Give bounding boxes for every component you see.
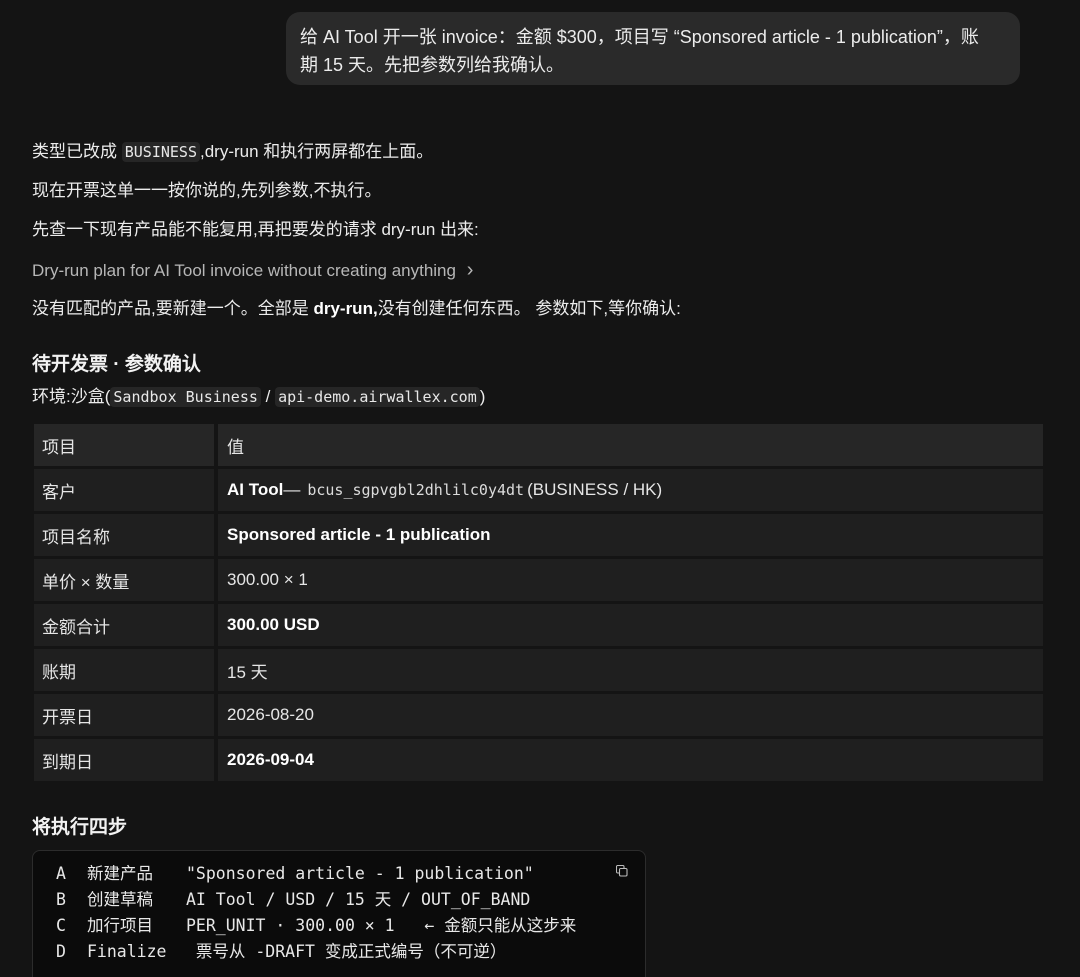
table-header-key: 项目 bbox=[34, 424, 214, 466]
step-label: 新建产品 bbox=[87, 864, 153, 883]
total-amount: 300.00 USD bbox=[227, 615, 320, 634]
customer-id: bcus_sgpvgbl2dhlilc0y4dt bbox=[307, 481, 525, 499]
step-text: 票号从 -DRAFT 变成正式编号（不可逆） bbox=[186, 942, 507, 961]
assistant-line-5-bold: dry-run, bbox=[313, 299, 378, 318]
step-letter: D bbox=[56, 942, 66, 961]
assistant-line-1-suffix: ,dry-run 和执行两屏都在上面。 bbox=[199, 142, 434, 161]
inline-code-business: BUSINESS bbox=[121, 142, 200, 162]
item-name: Sponsored article - 1 publication bbox=[227, 525, 491, 544]
table-row: 客户 AI Tool — bcus_sgpvgbl2dhlilc0y4dt (BU… bbox=[34, 469, 1043, 511]
table-cell-key: 到期日 bbox=[34, 739, 214, 781]
table-header-row: 项目 值 bbox=[34, 424, 1043, 466]
table-row: 金额合计 300.00 USD bbox=[34, 604, 1043, 646]
table-row: 开票日 2026-08-20 bbox=[34, 694, 1043, 736]
params-table: 项目 值 客户 AI Tool — bcus_sgpvgbl2dhlilc0y4… bbox=[34, 424, 1043, 784]
table-cell-value: 2026-09-04 bbox=[218, 739, 1043, 781]
assistant-line-1: 类型已改成 BUSINESS ,dry-run 和执行两屏都在上面。 bbox=[32, 140, 433, 164]
step-label: 创建草稿 bbox=[87, 890, 153, 909]
table-row: 账期 15 天 bbox=[34, 649, 1043, 691]
step-line-b: B 创建草稿 AI Tool / USD / 15 天 / OUT_OF_BAND bbox=[56, 887, 645, 913]
table-cell-key: 账期 bbox=[34, 649, 214, 691]
customer-type: (BUSINESS / HK) bbox=[527, 480, 663, 499]
dryrun-plan-link[interactable]: Dry-run plan for AI Tool invoice without… bbox=[32, 258, 473, 283]
step-line-d: D Finalize 票号从 -DRAFT 变成正式编号（不可逆） bbox=[56, 939, 645, 965]
step-text: "Sponsored article - 1 publication" bbox=[186, 864, 534, 883]
table-cell-value: 2026-08-20 bbox=[218, 694, 1043, 736]
step-letter: B bbox=[56, 890, 66, 909]
env-prefix: 环境:沙盒( bbox=[32, 387, 111, 406]
due-date: 2026-09-04 bbox=[227, 750, 314, 769]
steps-section-title: 将执行四步 bbox=[32, 817, 128, 838]
environment-line: 环境:沙盒(Sandbox Business / api-demo.airwal… bbox=[32, 385, 485, 409]
copy-icon[interactable] bbox=[616, 865, 628, 877]
assistant-line-5-prefix: 没有匹配的产品,要新建一个。全部是 bbox=[32, 299, 314, 318]
table-cell-value: 300.00 USD bbox=[218, 604, 1043, 646]
chevron-right-icon: › bbox=[466, 259, 474, 281]
step-line-a: A 新建产品 "Sponsored article - 1 publication" bbox=[56, 861, 645, 887]
table-row: 到期日 2026-09-04 bbox=[34, 739, 1043, 781]
step-line-c: C 加行项目 PER_UNIT · 300.00 × 1 ← 金额只能从这步来 bbox=[56, 913, 645, 939]
table-cell-key: 金额合计 bbox=[34, 604, 214, 646]
user-message-line-1: 给 AI Tool 开一张 invoice：金额 $300，项目写 “Spons… bbox=[300, 27, 979, 47]
user-message-line-2: 期 15 天。先把参数列给我确认。 bbox=[300, 55, 565, 75]
table-cell-key: 单价 × 数量 bbox=[34, 559, 214, 601]
step-text: PER_UNIT · 300.00 × 1 ← 金额只能从这步来 bbox=[186, 916, 577, 935]
table-cell-value: AI Tool — bcus_sgpvgbl2dhlilc0y4dt (BUSIN… bbox=[218, 469, 1043, 511]
table-row: 项目名称 Sponsored article - 1 publication bbox=[34, 514, 1043, 556]
step-label: Finalize bbox=[87, 942, 167, 961]
step-letter: A bbox=[56, 864, 66, 883]
table-cell-key: 开票日 bbox=[34, 694, 214, 736]
table-cell-value: Sponsored article - 1 publication bbox=[218, 514, 1043, 556]
assistant-line-5-suffix: 没有创建任何东西。 参数如下,等你确认: bbox=[377, 299, 681, 318]
table-cell-value: 15 天 bbox=[218, 649, 1043, 691]
assistant-line-3: 先查一下现有产品能不能复用,再把要发的请求 dry-run 出来: bbox=[32, 220, 479, 239]
table-header-value: 值 bbox=[218, 424, 1043, 466]
customer-dash: — bbox=[283, 480, 301, 499]
step-label: 加行项目 bbox=[87, 916, 153, 935]
env-suffix: ) bbox=[479, 387, 486, 406]
assistant-line-1-prefix: 类型已改成 bbox=[32, 142, 122, 161]
assistant-line-5: 没有匹配的产品,要新建一个。全部是 dry-run,没有创建任何东西。 参数如下… bbox=[32, 297, 681, 321]
params-section-title: 待开发票 · 参数确认 bbox=[32, 354, 201, 375]
step-letter: C bbox=[56, 916, 66, 935]
user-message-bubble: 给 AI Tool 开一张 invoice：金额 $300，项目写 “Spons… bbox=[286, 12, 1020, 85]
step-text: AI Tool / USD / 15 天 / OUT_OF_BAND bbox=[186, 890, 531, 909]
customer-name: AI Tool bbox=[227, 480, 284, 499]
table-cell-key: 客户 bbox=[34, 469, 214, 511]
dryrun-plan-link-label: Dry-run plan for AI Tool invoice without… bbox=[32, 261, 456, 280]
env-separator: / bbox=[260, 387, 276, 406]
table-row: 单价 × 数量 300.00 × 1 bbox=[34, 559, 1043, 601]
steps-code-block: A 新建产品 "Sponsored article - 1 publication"… bbox=[32, 850, 646, 977]
assistant-line-2: 现在开票这单一一按你说的,先列参数,不执行。 bbox=[32, 181, 382, 200]
table-cell-key: 项目名称 bbox=[34, 514, 214, 556]
env-code-host: api-demo.airwallex.com bbox=[275, 387, 480, 407]
table-cell-value: 300.00 × 1 bbox=[218, 559, 1043, 601]
env-code-sandbox: Sandbox Business bbox=[110, 387, 261, 407]
